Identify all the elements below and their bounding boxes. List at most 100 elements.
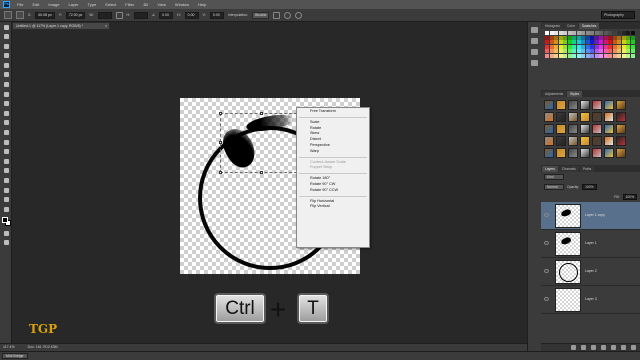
color-swatch[interactable] (612, 49, 617, 53)
mini-bridge-tab[interactable]: Mini Bridge (2, 353, 28, 359)
group-icon[interactable] (611, 345, 616, 350)
color-swatch[interactable] (554, 53, 558, 58)
color-swatch[interactable] (608, 53, 612, 58)
color-swatch[interactable] (621, 40, 626, 44)
color-swatch[interactable] (545, 35, 549, 40)
style-preset[interactable] (568, 99, 578, 110)
color-swatch[interactable] (630, 40, 635, 44)
layer-row[interactable]: Layer 3 (541, 285, 640, 314)
adjustment-layer-icon[interactable] (601, 345, 606, 350)
transform-tool-icon[interactable] (4, 11, 12, 19)
color-swatch[interactable] (608, 49, 612, 53)
crop-tool-icon[interactable] (2, 61, 10, 69)
warp-icon[interactable] (273, 11, 281, 19)
blend-mode-select[interactable]: Normal (544, 183, 564, 190)
style-preset[interactable] (556, 147, 566, 158)
visibility-eye-icon[interactable] (544, 296, 549, 301)
color-swatch[interactable] (585, 35, 590, 40)
hand-tool-icon[interactable] (2, 196, 10, 204)
color-swatch[interactable] (608, 35, 612, 40)
transform-handle[interactable] (219, 171, 222, 174)
color-swatch[interactable] (549, 31, 554, 35)
color-swatch[interactable] (621, 49, 626, 53)
transform-bounding-box[interactable] (219, 112, 303, 174)
layer-kind-select[interactable]: Kind (544, 173, 564, 180)
color-swatch[interactable] (576, 49, 581, 53)
mask-icon[interactable] (591, 345, 596, 350)
color-swatch[interactable] (581, 40, 585, 44)
color-swatch[interactable] (594, 49, 599, 53)
style-preset[interactable] (616, 123, 626, 134)
style-preset[interactable] (544, 147, 554, 158)
color-swatch[interactable] (590, 49, 594, 53)
layer-row[interactable]: Layer 2 (541, 257, 640, 286)
dodge-tool-icon[interactable] (2, 148, 10, 156)
style-preset[interactable] (580, 147, 590, 158)
color-swatch[interactable] (590, 40, 594, 44)
color-swatch[interactable] (590, 53, 594, 58)
color-swatch[interactable] (612, 35, 617, 40)
h-skew-field[interactable]: 0.00 (184, 11, 199, 19)
eyedropper-tool-icon[interactable] (2, 71, 10, 79)
tab-swatches[interactable]: Swatches (578, 23, 600, 29)
move-tool-icon[interactable] (2, 23, 10, 31)
color-swatch[interactable] (599, 35, 603, 40)
color-swatch[interactable] (554, 40, 558, 44)
color-swatch[interactable] (549, 49, 554, 53)
menu-help[interactable]: Help (198, 2, 206, 7)
color-swatch[interactable] (545, 49, 549, 53)
style-preset[interactable] (544, 123, 554, 134)
color-swatch[interactable] (594, 53, 599, 58)
menu-filter[interactable]: Filter (125, 2, 134, 7)
reference-point-icon[interactable] (16, 11, 24, 19)
document-tab[interactable]: Untitled-1 @ 117% (Layer 1 copy, RGB/8) … (12, 22, 110, 30)
close-icon[interactable]: × (105, 23, 107, 29)
style-preset[interactable] (616, 99, 626, 110)
tab-adjustments[interactable]: Adjustments (542, 90, 567, 97)
menu-type[interactable]: Type (88, 2, 97, 7)
color-swatch[interactable] (590, 44, 594, 49)
color-swatch[interactable] (599, 40, 603, 44)
color-swatch[interactable] (572, 40, 576, 44)
color-swatch[interactable] (572, 31, 576, 35)
color-swatch[interactable] (581, 49, 585, 53)
commit-transform-icon[interactable] (295, 11, 303, 19)
color-swatch[interactable] (567, 44, 572, 49)
tab-styles[interactable]: Styles (567, 90, 583, 97)
cancel-transform-icon[interactable] (284, 11, 292, 19)
history-panel-icon[interactable] (531, 27, 538, 33)
color-swatch[interactable] (594, 31, 599, 35)
color-swatch[interactable] (626, 40, 630, 44)
layer-row[interactable]: Layer 1 (541, 229, 640, 258)
visibility-eye-icon[interactable] (544, 240, 549, 245)
color-swatch[interactable] (599, 44, 603, 49)
x-field[interactable]: 60.08 px (35, 11, 55, 19)
color-swatch[interactable] (590, 35, 594, 40)
style-preset[interactable] (556, 135, 566, 146)
color-swatch[interactable] (603, 40, 608, 44)
link-icon[interactable] (115, 11, 123, 19)
style-preset[interactable] (604, 123, 614, 134)
color-swatch[interactable] (581, 35, 585, 40)
blur-tool-icon[interactable] (2, 138, 10, 146)
color-swatch[interactable] (603, 35, 608, 40)
color-swatch[interactable] (608, 40, 612, 44)
transform-handle[interactable] (219, 141, 222, 144)
color-swatch[interactable] (567, 40, 572, 44)
color-swatch[interactable] (585, 49, 590, 53)
color-swatch[interactable] (630, 49, 635, 53)
type-tool-icon[interactable] (2, 167, 10, 175)
character-panel-icon[interactable] (531, 60, 538, 66)
color-swatch[interactable] (612, 53, 617, 58)
workspace-select[interactable]: Photography (601, 11, 635, 19)
color-swatch[interactable] (563, 53, 567, 58)
color-swatch[interactable] (621, 35, 626, 40)
marquee-tool-icon[interactable] (2, 33, 10, 41)
color-swatch[interactable] (549, 44, 554, 49)
color-swatch[interactable] (545, 44, 549, 49)
color-swatch[interactable] (558, 31, 563, 35)
color-swatch[interactable] (599, 49, 603, 53)
color-swatch[interactable] (599, 31, 603, 35)
zoom-level[interactable]: 117.4% (3, 345, 15, 349)
color-swatch[interactable] (558, 35, 563, 40)
